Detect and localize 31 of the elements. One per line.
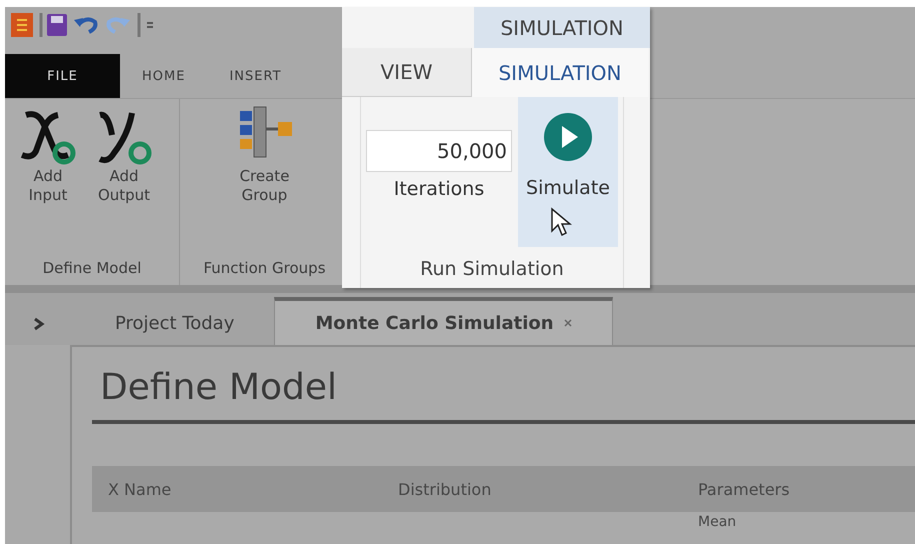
column-header: Parameters — [698, 480, 791, 498]
document-tab[interactable]: Monte Carlo Simulation — [274, 297, 613, 345]
ribbon-tab[interactable]: VIEW — [342, 48, 472, 97]
mouse-pointer-icon — [550, 207, 572, 237]
file-tab[interactable]: FILE — [5, 54, 120, 98]
table-cell-text: Mean — [698, 514, 738, 530]
page-title: Define Model — [99, 367, 338, 408]
play-icon — [544, 113, 592, 161]
group-label: Define Model — [42, 258, 142, 279]
ribbon-button[interactable]: Add Input — [13, 105, 83, 253]
column-header: Distribution — [398, 480, 492, 498]
ribbon-tab[interactable]: INSERT — [207, 54, 304, 98]
app-icon[interactable] — [11, 12, 33, 36]
tab-label: Monte Carlo Simulation — [315, 312, 554, 334]
group-label: Function Groups — [202, 258, 327, 279]
contextual-tab-label: SIMULATION — [474, 7, 650, 48]
ribbon-button[interactable]: Add Output — [89, 105, 159, 253]
customize-menu-icon[interactable] — [137, 12, 155, 36]
ribbon-tab[interactable]: SIMULATION — [472, 48, 648, 97]
column-header: X Name — [108, 480, 172, 498]
group-label: Run Simulation — [419, 257, 565, 282]
chevron-icon[interactable] — [33, 317, 45, 331]
field-label: Iterations — [394, 178, 484, 200]
simulate-button[interactable]: Simulate — [518, 97, 618, 247]
save-icon[interactable] — [39, 12, 67, 36]
iterations-field[interactable]: 50,000 — [366, 130, 512, 172]
document-tab[interactable]: Project Today — [75, 301, 274, 345]
ribbon-button[interactable]: Create Group — [230, 105, 300, 253]
close-icon[interactable] — [564, 319, 572, 327]
ribbon-tab[interactable]: HOME — [120, 54, 208, 98]
tab-label: Project Today — [115, 312, 234, 334]
